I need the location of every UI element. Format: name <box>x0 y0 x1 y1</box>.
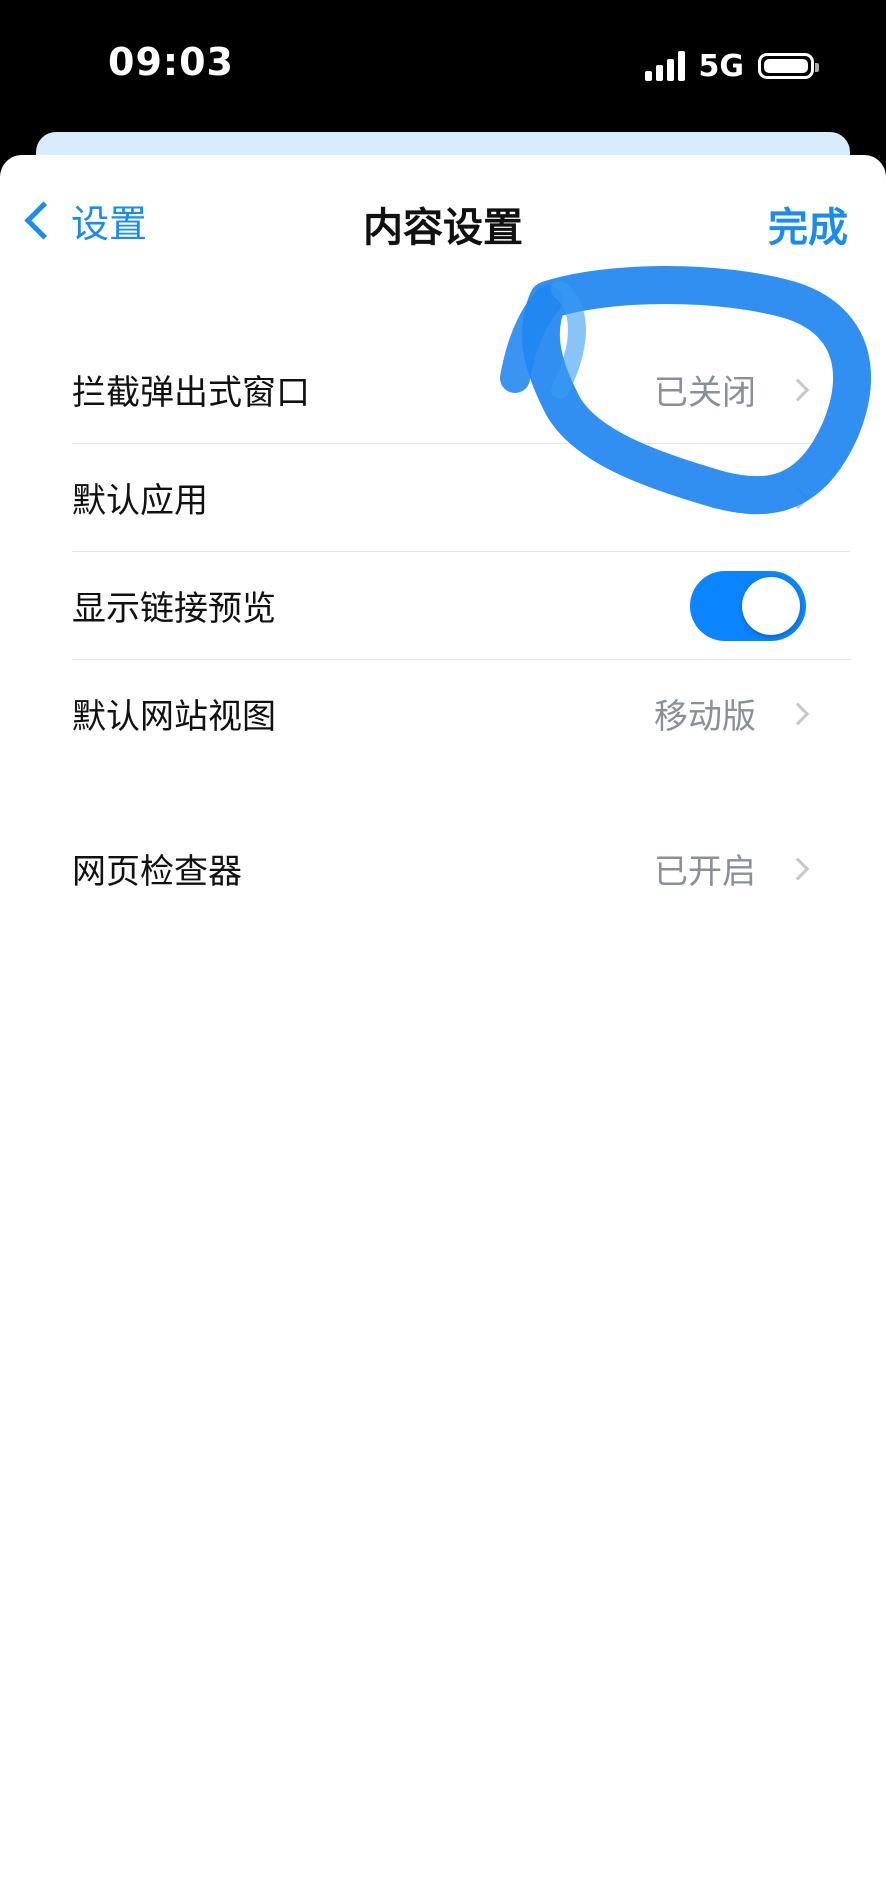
toggle-knob <box>742 576 800 635</box>
row-label: 网页检查器 <box>72 852 242 892</box>
row-label: 拦截弹出式窗口 <box>72 373 310 413</box>
page-title: 内容设置 <box>363 205 523 251</box>
row-block-popups[interactable]: 拦截弹出式窗口 已关闭 <box>72 336 850 444</box>
row-label: 默认网站视图 <box>72 697 276 737</box>
row-link-preview: 显示链接预览 <box>72 552 850 660</box>
row-default-website-view[interactable]: 默认网站视图 移动版 <box>72 660 850 767</box>
chevron-right-icon <box>786 702 810 725</box>
row-value: 移动版 <box>654 697 756 737</box>
row-value: 已关闭 <box>654 373 756 413</box>
settings-list-developer: 网页检查器 已开启 <box>72 815 850 922</box>
battery-icon <box>758 53 819 79</box>
row-web-inspector[interactable]: 网页检查器 已开启 <box>72 815 850 922</box>
status-time: 09:03 <box>108 40 234 84</box>
done-button[interactable]: 完成 <box>768 195 848 253</box>
signal-icon <box>644 51 685 81</box>
status-bar: 09:03 5G <box>0 0 886 140</box>
navigation-bar: 设置 内容设置 完成 <box>0 155 886 285</box>
row-label: 显示链接预览 <box>72 589 276 629</box>
content-settings-sheet: 设置 内容设置 完成 拦截弹出式窗口 已关闭 默认应用 显示链接预览 默认网站视… <box>0 155 886 1890</box>
link-preview-toggle[interactable] <box>690 570 806 641</box>
chevron-right-icon <box>786 857 810 880</box>
settings-list-main: 拦截弹出式窗口 已关闭 默认应用 显示链接预览 默认网站视图 移动版 <box>72 336 850 767</box>
status-indicators: 5G <box>644 46 819 86</box>
chevron-right-icon <box>786 486 810 509</box>
network-type: 5G <box>698 48 745 84</box>
row-label: 默认应用 <box>72 481 208 521</box>
chevron-right-icon <box>786 378 810 401</box>
row-default-app[interactable]: 默认应用 <box>72 444 850 552</box>
row-value: 已开启 <box>654 852 756 892</box>
